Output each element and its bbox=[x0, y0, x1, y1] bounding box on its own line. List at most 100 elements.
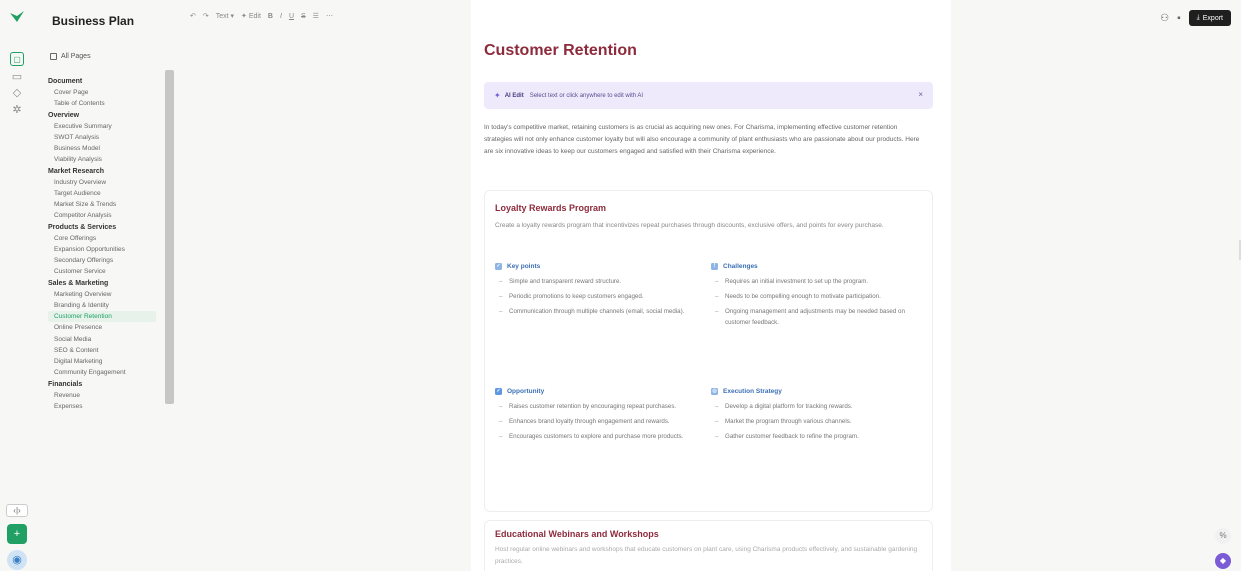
sidebar-item[interactable]: SEO & Content bbox=[48, 345, 170, 356]
sidebar-section-heading[interactable]: Document bbox=[48, 76, 170, 87]
list-item[interactable]: Encourages customers to explore and purc… bbox=[495, 432, 710, 443]
sidebar: Business Plan All Pages Document Cover Pa… bbox=[34, 0, 176, 571]
sparkle-icon: ✦ bbox=[494, 91, 501, 100]
list-item[interactable]: Gather customer feedback to refine the p… bbox=[711, 432, 926, 443]
document-page[interactable]: Customer Retention ✦ AI Edit Select text… bbox=[471, 0, 951, 571]
sidebar-item[interactable]: Digital Marketing bbox=[48, 356, 170, 367]
settings-icon[interactable]: ✲ bbox=[10, 103, 24, 117]
lightbulb-icon: ✓ bbox=[495, 387, 502, 395]
list-item[interactable]: Ongoing management and adjustments may b… bbox=[711, 307, 926, 328]
sidebar-item[interactable]: Cover Page bbox=[48, 87, 170, 98]
sidebar-item[interactable]: Customer Retention bbox=[48, 311, 156, 323]
sidebar-item[interactable]: Online Presence bbox=[48, 322, 170, 333]
sidebar-item[interactable]: Industry Overview bbox=[48, 177, 170, 188]
assistant-icon[interactable]: ◆ bbox=[1215, 553, 1231, 569]
top-right-actions: ⚇ ▪ ⤓ Export bbox=[1160, 10, 1231, 26]
grid-icon bbox=[50, 53, 57, 60]
list-item[interactable]: Develop a digital platform for tracking … bbox=[711, 402, 926, 413]
italic-button[interactable]: I bbox=[280, 13, 282, 20]
sidebar-item[interactable]: Core Offerings bbox=[48, 233, 170, 244]
sidebar-item[interactable]: Competitor Analysis bbox=[48, 210, 170, 221]
more-options-icon[interactable]: ⋯ bbox=[326, 12, 333, 20]
undo-icon[interactable]: ↶ bbox=[190, 12, 196, 20]
collapse-sidebar-button[interactable]: ‹|› bbox=[6, 504, 28, 517]
sidebar-section-heading[interactable]: Products & Services bbox=[48, 222, 170, 233]
opportunity-list: Raises customer retention by encouraging… bbox=[495, 402, 710, 443]
add-page-icon[interactable]: + bbox=[7, 524, 27, 544]
layout-icon[interactable]: ▪ bbox=[1177, 13, 1181, 24]
sidebar-item[interactable]: Branding & Identity bbox=[48, 300, 170, 311]
page-title[interactable]: Customer Retention bbox=[484, 42, 637, 60]
sidebar-item[interactable]: Target Audience bbox=[48, 188, 170, 199]
key-points-section: ✓ Key points Simple and transparent rewa… bbox=[495, 261, 710, 322]
close-icon[interactable]: × bbox=[918, 90, 923, 99]
execution-section: ◎ Execution Strategy Develop a digital p… bbox=[711, 386, 926, 447]
sidebar-item[interactable]: Revenue bbox=[48, 390, 170, 401]
share-icon[interactable]: ⚇ bbox=[1160, 13, 1169, 24]
sidebar-scrollbar[interactable] bbox=[165, 70, 174, 404]
pages-icon[interactable]: ▢ bbox=[10, 52, 24, 66]
card-title[interactable]: Loyalty Rewards Program bbox=[495, 203, 606, 213]
document-title: Business Plan bbox=[52, 14, 135, 28]
key-points-heading: Key points bbox=[507, 262, 541, 270]
idea-card-webinars[interactable]: Educational Webinars and Workshops Host … bbox=[484, 520, 933, 571]
underline-button[interactable]: U bbox=[289, 13, 294, 20]
ai-edit-button[interactable]: ✦ Edit bbox=[241, 12, 261, 20]
list-item[interactable]: Requires an initial investment to set up… bbox=[711, 277, 926, 288]
sidebar-item[interactable]: Secondary Offerings bbox=[48, 255, 170, 266]
target-icon: ◎ bbox=[711, 387, 718, 395]
execution-list: Develop a digital platform for tracking … bbox=[711, 402, 926, 443]
challenges-section: ! Challenges Requires an initial investm… bbox=[711, 261, 926, 333]
list-item[interactable]: Simple and transparent reward structure. bbox=[495, 277, 710, 288]
sidebar-item[interactable]: Community Engagement bbox=[48, 367, 170, 378]
all-pages-link[interactable]: All Pages bbox=[50, 53, 91, 60]
ai-edit-banner[interactable]: ✦ AI Edit Select text or click anywhere … bbox=[484, 82, 933, 109]
list-item[interactable]: Market the program through various chann… bbox=[711, 417, 926, 428]
download-icon: ⤓ bbox=[1196, 14, 1200, 21]
sidebar-section-heading[interactable]: Overview bbox=[48, 110, 170, 121]
sidebar-item[interactable]: Viability Analysis bbox=[48, 154, 170, 165]
list-item[interactable]: Needs to be compelling enough to motivat… bbox=[711, 292, 926, 303]
text-style-dropdown[interactable]: Text ▾ bbox=[216, 12, 234, 20]
list-item[interactable]: Raises customer retention by encouraging… bbox=[495, 402, 710, 413]
sidebar-section-heading[interactable]: Sales & Marketing bbox=[48, 278, 170, 289]
list-item[interactable]: Periodic promotions to keep customers en… bbox=[495, 292, 710, 303]
card-title[interactable]: Educational Webinars and Workshops bbox=[495, 529, 659, 539]
sidebar-item[interactable]: Expenses bbox=[48, 401, 170, 412]
shield-icon[interactable]: ◇ bbox=[10, 86, 24, 100]
sidebar-section-heading[interactable]: Market Research bbox=[48, 166, 170, 177]
list-item[interactable]: Enhances brand loyalty through engagemen… bbox=[495, 417, 710, 428]
redo-icon[interactable]: ↷ bbox=[203, 12, 209, 20]
card-description[interactable]: Create a loyalty rewards program that in… bbox=[495, 220, 925, 232]
export-label: Export bbox=[1202, 14, 1223, 22]
sidebar-item[interactable]: Business Model bbox=[48, 143, 170, 154]
sidebar-section-heading[interactable]: Financials bbox=[48, 379, 170, 390]
warning-icon: ! bbox=[711, 262, 718, 270]
challenges-list: Requires an initial investment to set up… bbox=[711, 277, 926, 328]
intro-paragraph[interactable]: In today's competitive market, retaining… bbox=[484, 122, 922, 158]
bold-button[interactable]: B bbox=[268, 13, 273, 20]
opportunity-section: ✓ Opportunity Raises customer retention … bbox=[495, 386, 710, 447]
sidebar-item[interactable]: Marketing Overview bbox=[48, 289, 170, 300]
card-description[interactable]: Host regular online webinars and worksho… bbox=[495, 544, 925, 568]
sidebar-item[interactable]: Expansion Opportunities bbox=[48, 244, 170, 255]
sidebar-item[interactable]: SWOT Analysis bbox=[48, 132, 170, 143]
sidebar-item[interactable]: Market Size & Trends bbox=[48, 199, 170, 210]
key-points-list: Simple and transparent reward structure.… bbox=[495, 277, 710, 318]
logo-icon bbox=[10, 11, 24, 22]
export-button[interactable]: ⤓ Export bbox=[1188, 10, 1231, 26]
list-button[interactable]: ☰ bbox=[313, 12, 319, 20]
strikethrough-button[interactable]: S bbox=[301, 13, 306, 20]
comments-icon[interactable]: ▭ bbox=[10, 70, 24, 84]
list-item[interactable]: Communication through multiple channels … bbox=[495, 307, 710, 318]
sidebar-item[interactable]: Customer Service bbox=[48, 266, 170, 277]
sidebar-item[interactable]: Table of Contents bbox=[48, 98, 170, 109]
link-icon[interactable]: % bbox=[1215, 528, 1231, 544]
sidebar-item[interactable]: Social Media bbox=[48, 334, 170, 345]
execution-heading: Execution Strategy bbox=[723, 387, 782, 395]
page-outline: Document Cover Page Table of Contents Overv… bbox=[48, 76, 170, 412]
sidebar-item[interactable]: Executive Summary bbox=[48, 121, 170, 132]
idea-card-loyalty[interactable]: Loyalty Rewards Program Create a loyalty… bbox=[484, 190, 933, 512]
help-icon[interactable]: ◉ bbox=[7, 550, 27, 570]
icon-rail: ▢ ▭ ◇ ✲ ‹|› + ◉ bbox=[0, 0, 34, 571]
